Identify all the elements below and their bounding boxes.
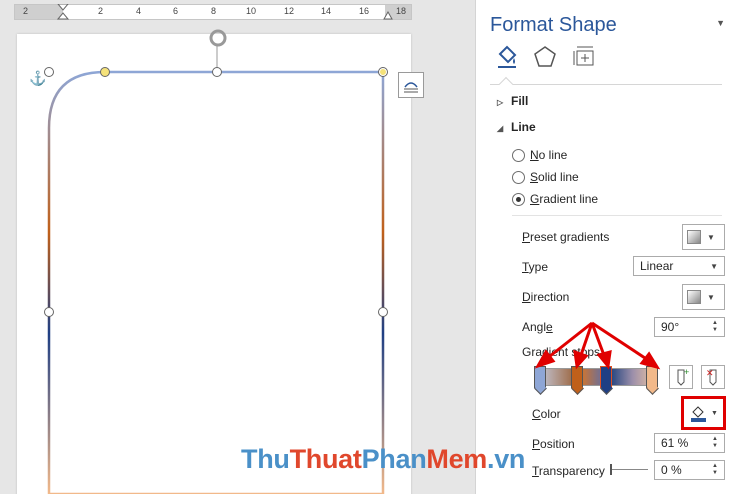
color-picker-button[interactable]: ▼ <box>686 401 721 425</box>
watermark-logo: ThuThuatPhanMem.vn <box>241 444 526 474</box>
svg-text:▼: ▼ <box>711 410 718 417</box>
transparency-slider-thumb[interactable] <box>610 464 612 475</box>
transparency-slider-track[interactable] <box>612 469 648 470</box>
annotation-arrows <box>534 321 661 370</box>
paint-bucket-icon: ▼ <box>690 406 718 422</box>
